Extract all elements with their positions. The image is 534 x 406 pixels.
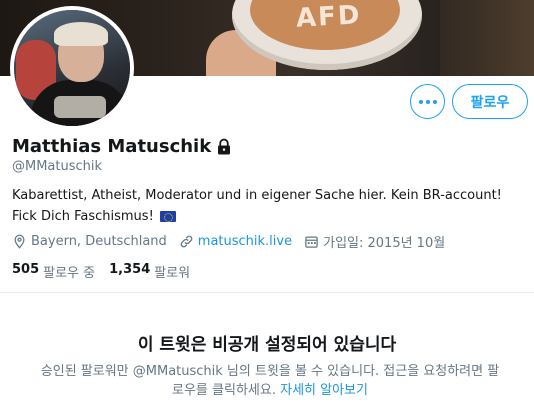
profile-website-link[interactable]: matuschik.live bbox=[198, 234, 292, 249]
followers-label: 팔로워 bbox=[154, 266, 191, 281]
profile-name-row: Matthias Matuschik bbox=[12, 136, 233, 157]
avatar[interactable] bbox=[10, 6, 134, 130]
private-account-title: 이 트윗은 비공개 설정되어 있습니다 bbox=[137, 335, 397, 355]
divider bbox=[0, 292, 534, 293]
profile-joined-text: 가입일: 2015년 10월 bbox=[323, 236, 446, 251]
eu-flag-icon bbox=[159, 211, 176, 222]
profile-name: Matthias Matuschik bbox=[12, 136, 212, 157]
profile-website: matuschik.live bbox=[179, 234, 292, 249]
private-account-text: 승인된 팔로워만 @MMatuschik 님의 트윗을 볼 수 있습니다. 접근… bbox=[40, 364, 500, 398]
profile-meta: Bayern, Deutschland matuschik.live 가입일: … bbox=[12, 232, 457, 251]
more-dots-icon bbox=[418, 99, 423, 104]
link-icon bbox=[180, 235, 193, 248]
learn-more-link[interactable]: 자세히 알아보기 bbox=[280, 383, 368, 398]
banner-background bbox=[440, 0, 534, 76]
following-stat[interactable]: 505 팔로우 중 bbox=[12, 262, 95, 281]
profile-location-text: Bayern, Deutschland bbox=[31, 234, 167, 249]
more-options-button[interactable] bbox=[410, 84, 445, 119]
follow-button[interactable]: 팔로우 bbox=[452, 84, 528, 119]
followers-stat[interactable]: 1,354 팔로워 bbox=[109, 262, 190, 281]
calendar-icon bbox=[305, 236, 318, 248]
profile-stats: 505 팔로우 중 1,354 팔로워 bbox=[12, 262, 204, 281]
followers-count: 1,354 bbox=[109, 262, 151, 277]
following-count: 505 bbox=[12, 262, 40, 277]
profile-bio: Kabarettist, Atheist, Moderator und in e… bbox=[12, 185, 522, 227]
avatar-hair bbox=[54, 22, 108, 46]
more-dots-icon bbox=[432, 99, 437, 104]
profile-location: Bayern, Deutschland bbox=[12, 234, 167, 249]
profile-joined: 가입일: 2015년 10월 bbox=[304, 232, 445, 251]
profile-bio-text: Kabarettist, Atheist, Moderator und in e… bbox=[12, 188, 502, 224]
banner-text: AFD bbox=[295, 0, 363, 34]
lock-icon bbox=[218, 138, 231, 154]
following-label: 팔로우 중 bbox=[43, 266, 96, 281]
private-account-description: 승인된 팔로워만 @MMatuschik 님의 트윗을 볼 수 있습니다. 접근… bbox=[40, 362, 500, 400]
avatar-shirt-print bbox=[54, 96, 106, 118]
profile-handle: @MMatuschik bbox=[12, 159, 103, 174]
location-pin-icon bbox=[14, 234, 25, 249]
more-dots-icon bbox=[425, 99, 430, 104]
